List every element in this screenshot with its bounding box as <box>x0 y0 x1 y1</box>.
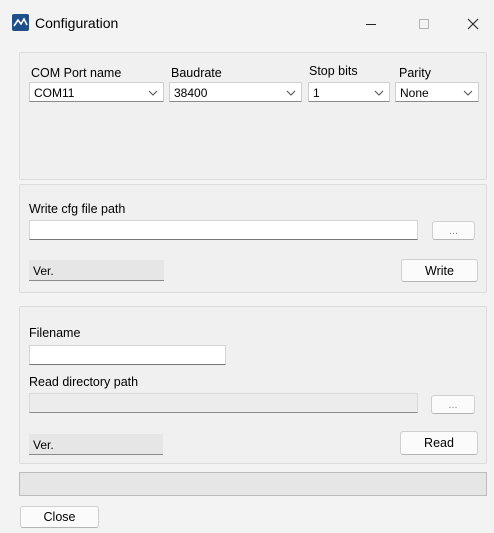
minimize-icon <box>366 24 376 25</box>
read-config-group: Filename Read directory path ... Ver. Re… <box>19 306 487 464</box>
close-window-button[interactable] <box>451 8 494 40</box>
progress-bar <box>19 472 487 496</box>
chevron-down-icon <box>286 90 296 96</box>
maximize-button[interactable] <box>402 8 446 40</box>
write-path-input[interactable] <box>29 220 418 240</box>
read-browse-button[interactable]: ... <box>431 395 475 414</box>
read-version-label: Ver. <box>33 438 54 452</box>
read-dir-input[interactable] <box>29 393 418 413</box>
write-version-label: Ver. <box>33 264 54 278</box>
com-port-label: COM Port name <box>31 66 122 80</box>
write-path-label: Write cfg file path <box>29 202 126 216</box>
chevron-down-icon <box>148 90 158 96</box>
write-button[interactable]: Write <box>401 259 478 282</box>
read-version-box: Ver. <box>29 434 163 455</box>
window-title: Configuration <box>35 15 119 31</box>
baudrate-value: 38400 <box>174 86 208 100</box>
stop-bits-value: 1 <box>313 86 320 100</box>
read-dir-label: Read directory path <box>29 375 139 389</box>
app-logo-icon <box>12 14 29 31</box>
minimize-button[interactable] <box>349 8 393 40</box>
parity-label: Parity <box>399 66 431 80</box>
chevron-down-icon <box>463 90 473 96</box>
write-browse-button[interactable]: ... <box>432 221 475 240</box>
configuration-window: Configuration COM Port name COM11 Baudra… <box>0 0 494 533</box>
parity-value: None <box>400 86 429 100</box>
com-port-value: COM11 <box>34 86 75 100</box>
stop-bits-select[interactable]: 1 <box>308 82 390 102</box>
maximize-icon <box>419 19 429 29</box>
read-button[interactable]: Read <box>400 431 478 455</box>
filename-label: Filename <box>29 326 81 340</box>
parity-select[interactable]: None <box>395 82 479 102</box>
chevron-down-icon <box>374 90 384 96</box>
title-bar[interactable]: Configuration <box>0 0 494 48</box>
close-button[interactable]: Close <box>20 506 99 528</box>
filename-input[interactable] <box>29 345 226 365</box>
write-version-box: Ver. <box>29 260 164 281</box>
baudrate-select[interactable]: 38400 <box>169 82 302 102</box>
close-icon <box>467 18 479 30</box>
com-settings-group: COM Port name COM11 Baudrate 38400 Stop … <box>19 52 487 180</box>
com-port-select[interactable]: COM11 <box>29 82 164 102</box>
baudrate-label: Baudrate <box>171 66 222 80</box>
write-config-group: Write cfg file path ... Ver. Write <box>19 184 487 293</box>
stop-bits-label: Stop bits <box>309 64 358 78</box>
